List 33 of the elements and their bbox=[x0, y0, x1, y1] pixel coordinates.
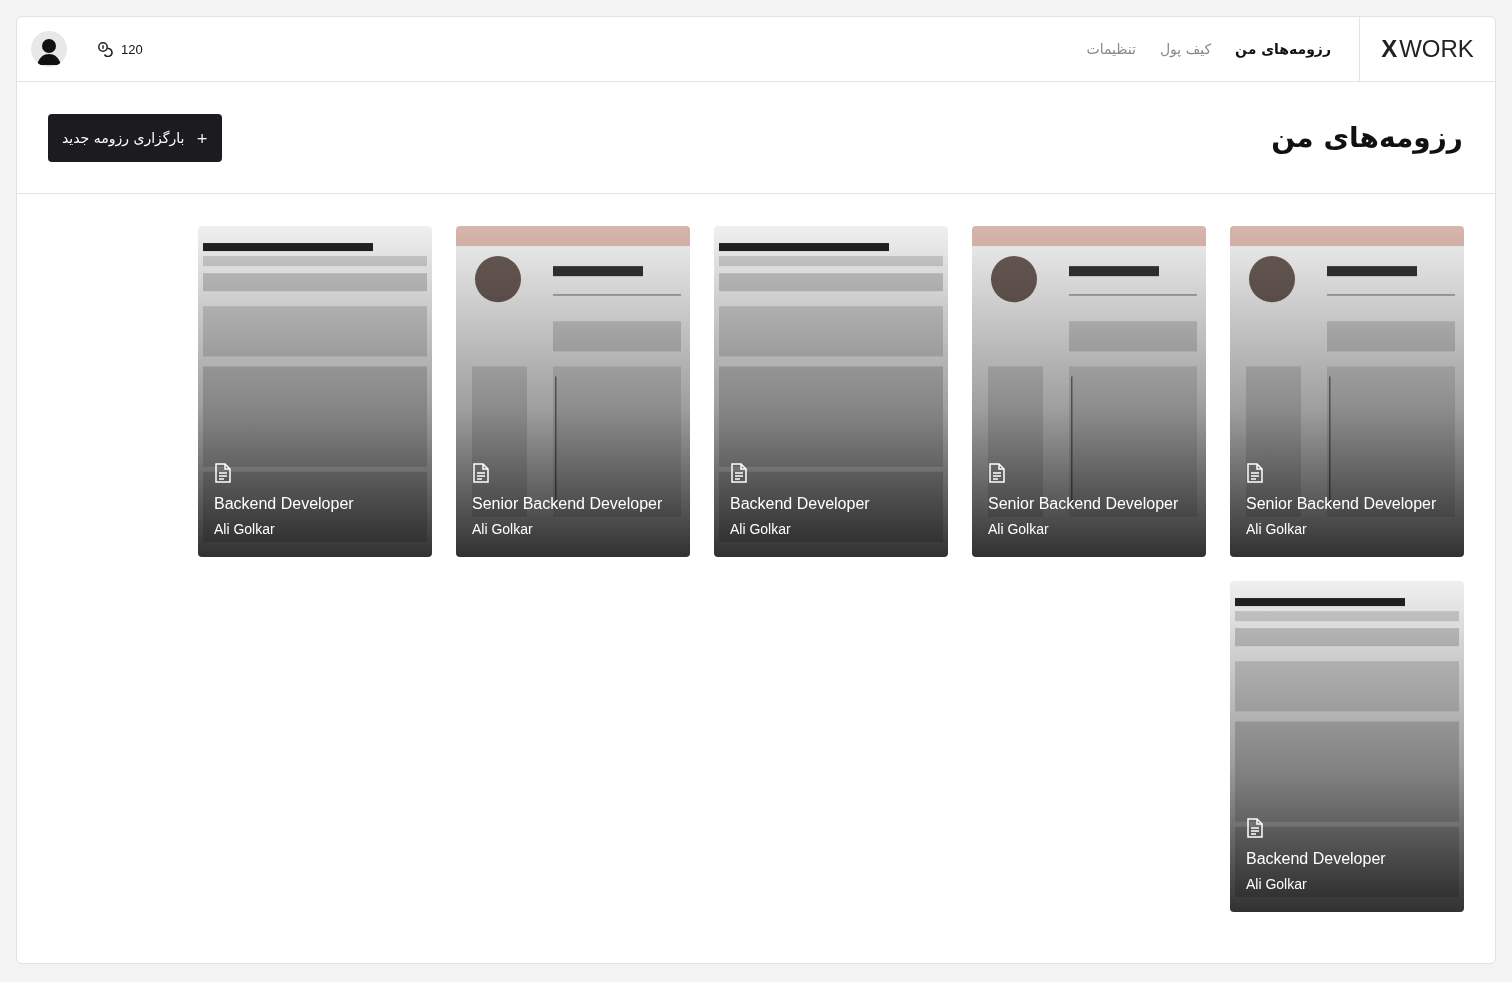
document-icon bbox=[214, 463, 232, 483]
resume-title: Backend Developer bbox=[730, 495, 870, 513]
resume-title: Backend Developer bbox=[214, 495, 354, 513]
resume-title: Senior Backend Developer bbox=[472, 495, 663, 513]
page-title: رزومه‌های من bbox=[1271, 121, 1463, 154]
logo[interactable]: XWORK bbox=[1359, 17, 1495, 81]
resume-owner: Ali Golkar bbox=[214, 521, 275, 537]
credit-balance: 120 bbox=[121, 41, 143, 57]
avatar[interactable] bbox=[31, 31, 67, 67]
upload-button[interactable]: + بارگزاری رزومه جدید bbox=[48, 113, 223, 162]
coins-icon bbox=[97, 41, 113, 57]
nav-link[interactable]: کیف پول bbox=[1159, 41, 1212, 57]
resume-owner: Ali Golkar bbox=[988, 521, 1049, 537]
document-icon bbox=[1246, 818, 1264, 838]
resume-card[interactable]: Senior Backend Developer Ali Golkar bbox=[972, 226, 1206, 557]
resume-card[interactable]: Backend Developer Ali Golkar bbox=[1230, 581, 1464, 912]
resume-owner: Ali Golkar bbox=[1246, 876, 1307, 892]
resume-card[interactable]: Senior Backend Developer Ali Golkar bbox=[1230, 226, 1464, 557]
document-icon bbox=[730, 463, 748, 483]
resume-owner: Ali Golkar bbox=[1246, 521, 1307, 537]
resume-owner: Ali Golkar bbox=[730, 521, 791, 537]
resume-card[interactable]: Backend Developer Ali Golkar bbox=[714, 226, 948, 557]
resume-title: Backend Developer bbox=[1246, 850, 1386, 868]
resume-card[interactable]: Senior Backend Developer Ali Golkar bbox=[456, 226, 690, 557]
nav-link[interactable]: تنظیمات bbox=[1086, 41, 1136, 57]
nav-link[interactable]: رزومه‌های من bbox=[1235, 41, 1331, 57]
resume-owner: Ali Golkar bbox=[472, 521, 533, 537]
document-icon bbox=[1246, 463, 1264, 483]
resume-title: Senior Backend Developer bbox=[988, 495, 1179, 513]
resume-title: Senior Backend Developer bbox=[1246, 495, 1437, 513]
document-icon bbox=[988, 463, 1006, 483]
resume-card[interactable]: Backend Developer Ali Golkar bbox=[198, 226, 432, 557]
document-icon bbox=[472, 463, 490, 483]
